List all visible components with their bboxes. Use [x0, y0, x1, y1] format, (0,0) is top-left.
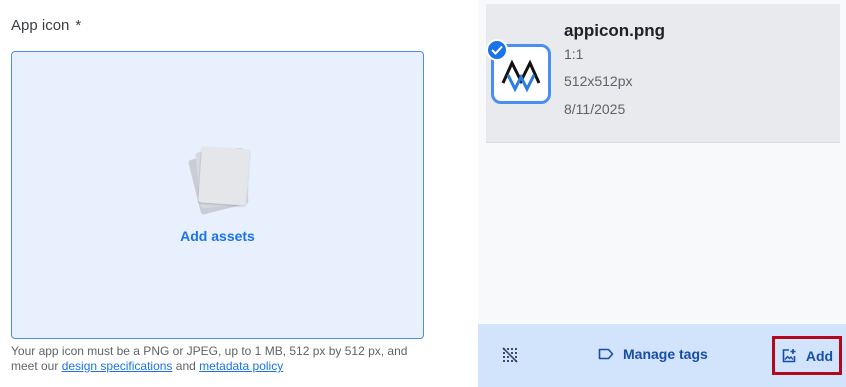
add-assets-link[interactable]: Add assets — [12, 228, 423, 244]
add-photo-icon — [782, 348, 796, 362]
design-specifications-link[interactable]: design specifications — [62, 359, 173, 373]
tag-icon — [598, 348, 614, 360]
app-icon-label: App icon * — [11, 17, 81, 34]
selected-check-icon[interactable] — [486, 39, 508, 61]
add-button[interactable]: Add — [772, 336, 842, 375]
field-label-text: App icon — [11, 17, 70, 34]
grid-off-icon[interactable] — [502, 347, 518, 363]
asset-card[interactable]: appicon.png 1:1 512x512px 8/11/2025 — [486, 4, 840, 143]
asset-dimensions: 512x512px — [564, 73, 633, 89]
assets-stack-icon — [187, 146, 250, 215]
asset-filename: appicon.png — [564, 21, 666, 40]
manage-tags-button[interactable]: Manage tags — [598, 346, 708, 362]
asset-date: 8/11/2025 — [564, 101, 626, 117]
asset-aspect-ratio: 1:1 — [564, 46, 584, 62]
app-logo-icon — [501, 59, 541, 93]
metadata-policy-link[interactable]: metadata policy — [199, 359, 283, 373]
asset-dropzone[interactable]: Add assets — [11, 51, 424, 339]
manage-tags-label: Manage tags — [623, 346, 708, 362]
selection-action-bar: Manage tags Add — [478, 324, 846, 387]
add-button-label: Add — [805, 347, 834, 364]
required-mark: * — [75, 17, 82, 34]
help-text: Your app icon must be a PNG or JPEG, up … — [11, 344, 431, 374]
help-joiner: and — [175, 359, 196, 373]
asset-library-panel: appicon.png 1:1 512x512px 8/11/2025 Mana… — [478, 0, 846, 387]
